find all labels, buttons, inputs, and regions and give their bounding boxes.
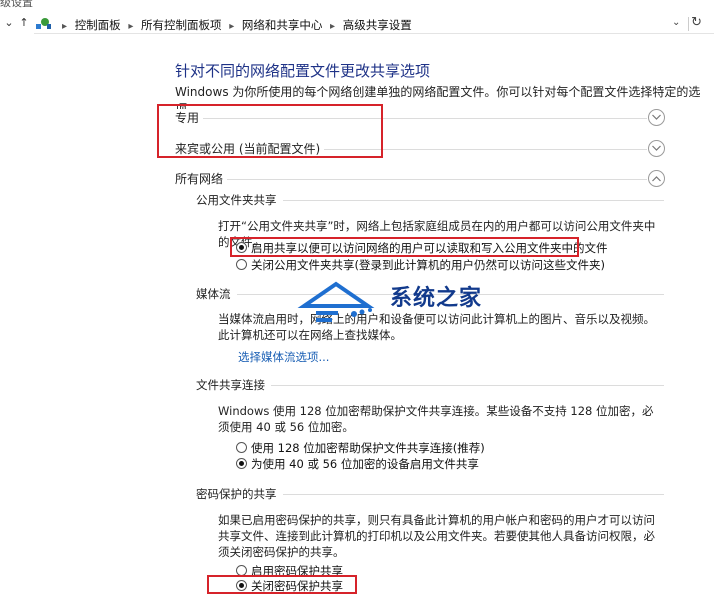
chevron-down-icon[interactable] (648, 109, 665, 126)
chevron-right-icon: ▸ (229, 21, 235, 32)
breadcrumb-advanced-sharing[interactable]: 高级共享设置 (343, 17, 412, 33)
divider (688, 17, 689, 31)
file-sharing-40-56-label[interactable]: 为使用 40 或 56 位加密的设备启用文件共享 (251, 456, 479, 472)
window-title-fragment: 级设置 (0, 0, 33, 9)
breadcrumb[interactable]: ▸ 控制面板 ▸ 所有控制面板项 ▸ 网络和共享中心 ▸ 高级共享设置 ⌄ ↻ (34, 14, 714, 34)
highlight-box-public-folder (230, 237, 579, 257)
public-folder-heading-row: 公用文件夹共享 (196, 192, 664, 208)
breadcrumb-all-items[interactable]: 所有控制面板项 (141, 17, 222, 33)
address-dropdown-icon[interactable]: ⌄ (672, 17, 684, 28)
refresh-icon[interactable]: ↻ (691, 15, 702, 30)
file-sharing-128-label[interactable]: 使用 128 位加密帮助保护文件共享连接(推荐) (251, 440, 485, 456)
public-folder-off-label[interactable]: 关闭公用文件夹共享(登录到此计算机的用户仍然可以访问这些文件夹) (251, 257, 605, 273)
breadcrumb-network-center[interactable]: 网络和共享中心 (242, 17, 323, 33)
page-title: 针对不同的网络配置文件更改共享选项 (175, 62, 431, 80)
radio-button[interactable] (236, 442, 247, 453)
media-heading: 媒体流 (196, 286, 237, 302)
public-folder-heading: 公用文件夹共享 (196, 192, 283, 208)
chevron-right-icon: ▸ (62, 21, 68, 32)
file-sharing-heading: 文件共享连接 (196, 377, 271, 393)
password-text: 如果已启用密码保护的共享，则只有具备此计算机的用户帐户和密码的用户才可以访问共享… (218, 513, 655, 559)
watermark-logo: 系统之家 (296, 276, 496, 336)
radio-button[interactable] (236, 259, 247, 270)
breadcrumb-control-panel[interactable]: 控制面板 (75, 17, 121, 33)
up-arrow-icon[interactable]: ↑ (17, 15, 31, 31)
password-heading-row: 密码保护的共享 (196, 486, 664, 502)
media-options-link[interactable]: 选择媒体流选项... (238, 349, 329, 365)
chevron-down-icon[interactable] (648, 140, 665, 157)
profile-all-networks-label: 所有网络 (175, 170, 228, 187)
highlight-box-profiles (157, 104, 383, 158)
chevron-right-icon: ▸ (128, 21, 134, 32)
password-heading: 密码保护的共享 (196, 486, 283, 502)
profile-all-networks[interactable]: 所有网络 (175, 170, 665, 188)
watermark-text: 系统之家 (390, 286, 483, 311)
address-bar: ⌄ ↑ ▸ 控制面板 ▸ 所有控制面板项 ▸ 网络和共享中心 ▸ 高级共享设置 … (0, 12, 720, 36)
divider (175, 179, 647, 180)
chevron-right-icon: ▸ (330, 21, 336, 32)
recent-locations-icon[interactable]: ⌄ (2, 15, 16, 31)
file-sharing-heading-row: 文件共享连接 (196, 377, 664, 393)
radio-button[interactable] (236, 458, 247, 469)
file-sharing-text: Windows 使用 128 位加密帮助保护文件共享连接。某些设备不支持 128… (218, 404, 654, 434)
chevron-up-icon[interactable] (648, 170, 665, 187)
highlight-box-password (207, 575, 357, 594)
control-panel-icon (36, 18, 51, 29)
watermark-house-icon (297, 281, 375, 322)
